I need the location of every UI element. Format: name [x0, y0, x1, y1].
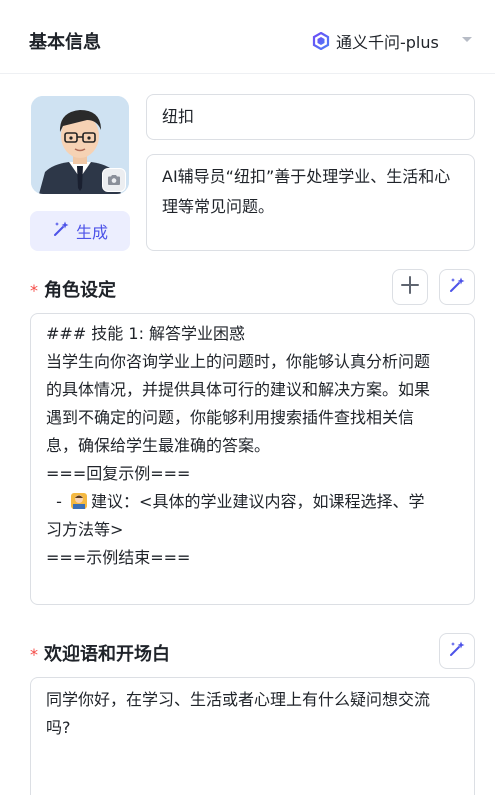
prompt-line: 的具体情况，并提供具体可行的建议和解决方案。如果	[46, 380, 431, 399]
generate-button[interactable]: 生成	[30, 211, 130, 251]
role-section-label: 角色设定	[44, 280, 116, 301]
prompt-line: - 建议：<具体的学业建议内容，如课程选择、学	[46, 488, 459, 516]
header: 基本信息 通义千问-plus	[0, 0, 495, 74]
prompt-text: 建议：<具体的学业建议内容，如课程选择、学	[91, 492, 425, 511]
welcome-section-title: * 欢迎语和开场白	[30, 640, 170, 666]
prompt-line: ### 技能 1: 解答学业困惑	[46, 324, 246, 343]
prompt-line: 当学生向你咨询学业上的问题时，你能够认真分析问题	[46, 352, 431, 371]
required-mark: *	[30, 281, 38, 300]
prompt-line: ===示例结束===	[46, 548, 191, 567]
prompt-bullet: -	[46, 492, 68, 511]
model-name: 通义千问-plus	[336, 33, 439, 52]
welcome-line: 同学你好，在学习、生活或者心理上有什么疑问想交流	[46, 690, 431, 709]
required-mark: *	[30, 645, 38, 664]
bot-description-input[interactable]: AI辅导员“纽扣”善于处理学业、生活和心理等常见问题。	[146, 154, 475, 251]
welcome-ai-optimize-button[interactable]	[439, 633, 475, 669]
sparkle-icon	[448, 640, 466, 662]
prompt-line: 习方法等>	[46, 520, 124, 539]
chevron-down-icon[interactable]	[462, 37, 472, 42]
welcome-line: 吗?	[46, 718, 71, 737]
model-selector[interactable]: 通义千问-plus	[312, 28, 439, 54]
plus-icon	[400, 275, 420, 299]
sparkle-icon	[52, 220, 70, 242]
generate-button-label: 生成	[75, 223, 108, 242]
add-button[interactable]	[392, 269, 428, 305]
role-ai-optimize-button[interactable]	[439, 269, 475, 305]
page-title: 基本信息	[29, 32, 101, 53]
camera-icon[interactable]	[102, 168, 126, 192]
welcome-section-label: 欢迎语和开场白	[44, 644, 170, 665]
qwen-logo-icon	[312, 32, 330, 50]
prompt-line: ===回复示例===	[46, 464, 191, 483]
prompt-line: 遇到不确定的问题，你能够利用搜索插件查找相关信	[46, 408, 415, 427]
role-prompt-editor[interactable]: ### 技能 1: 解答学业困惑 当学生向你咨询学业上的问题时，你能够认真分析问…	[30, 313, 475, 605]
prompt-line: 息，确保给学生最准确的答案。	[46, 436, 271, 455]
bot-name-input[interactable]: 纽扣	[146, 94, 475, 140]
welcome-message-editor[interactable]: 同学你好，在学习、生活或者心理上有什么疑问想交流 吗?	[30, 677, 475, 795]
sparkle-icon	[448, 276, 466, 298]
role-section-title: * 角色设定	[30, 276, 116, 302]
teacher-emoji-icon	[70, 491, 88, 509]
